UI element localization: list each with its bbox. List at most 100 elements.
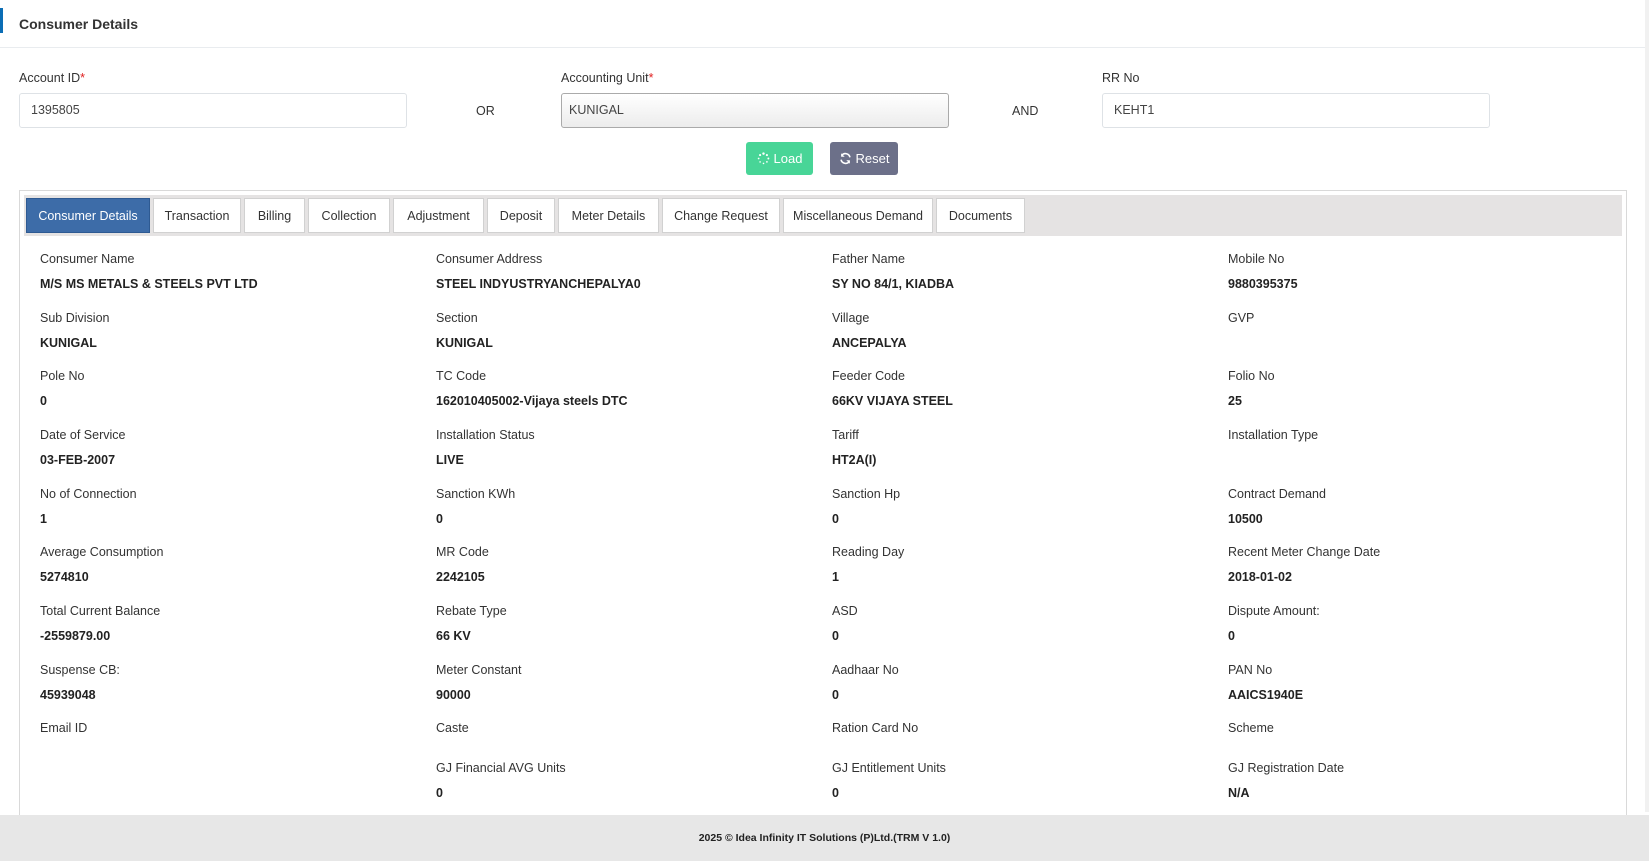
- detail-label: Recent Meter Change Date: [1228, 545, 1381, 559]
- and-label: AND: [1012, 104, 1039, 118]
- tab-transaction[interactable]: Transaction: [153, 198, 241, 233]
- detail-label: Installation Status: [436, 428, 535, 442]
- detail-label: Sub Division: [40, 311, 110, 325]
- detail-value: -2559879.00: [40, 629, 111, 643]
- detail-value: N/A: [1228, 786, 1250, 800]
- detail-label: Reading Day: [832, 545, 905, 559]
- tab-consumer-details[interactable]: Consumer Details: [26, 198, 150, 233]
- detail-label: Email ID: [40, 721, 88, 735]
- detail-value: ANCEPALYA: [832, 336, 907, 350]
- detail-label: PAN No: [1228, 663, 1273, 677]
- page-footer: 2025 © Idea Infinity IT Solutions (P)Ltd…: [0, 815, 1649, 861]
- tab-billing[interactable]: Billing: [244, 198, 305, 233]
- detail-value: 0: [832, 786, 839, 800]
- tab-miscellaneous-demand[interactable]: Miscellaneous Demand: [783, 198, 933, 233]
- detail-label: Folio No: [1228, 369, 1275, 383]
- detail-value: 03-FEB-2007: [40, 453, 116, 467]
- detail-value: 66 KV: [436, 629, 471, 643]
- detail-label: Tariff: [832, 428, 859, 442]
- detail-value: KUNIGAL: [436, 336, 493, 350]
- detail-label: Average Consumption: [40, 545, 164, 559]
- detail-value: 0: [832, 688, 839, 702]
- detail-value: 9880395375: [1228, 277, 1298, 291]
- accounting-unit-select[interactable]: KUNIGAL: [561, 93, 949, 128]
- required-marker: *: [80, 71, 86, 85]
- tab-adjustment[interactable]: Adjustment: [393, 198, 484, 233]
- detail-label: Scheme: [1228, 721, 1274, 735]
- detail-label: Caste: [436, 721, 469, 735]
- detail-value: 10500: [1228, 512, 1263, 526]
- detail-label: Sanction KWh: [436, 487, 516, 501]
- spinner-icon: [757, 152, 769, 165]
- card-header: Consumer Details: [0, 2, 1645, 48]
- detail-label: GJ Entitlement Units: [832, 761, 946, 775]
- detail-value: 45939048: [40, 688, 96, 702]
- load-button-label: Load: [773, 151, 803, 166]
- detail-label: Aadhaar No: [832, 663, 899, 677]
- rr-no-input[interactable]: KEHT1: [1102, 93, 1490, 128]
- account-id-label: Account ID*: [19, 71, 85, 85]
- accounting-unit-label: Accounting Unit*: [561, 71, 653, 85]
- tab-collection[interactable]: Collection: [308, 198, 390, 233]
- detail-value: 0: [832, 629, 839, 643]
- reset-button-label: Reset: [855, 151, 890, 166]
- detail-label: Mobile No: [1228, 252, 1285, 266]
- load-button[interactable]: Load: [746, 142, 813, 175]
- detail-value: 1: [40, 512, 47, 526]
- accounting-unit-label-text: Accounting Unit: [561, 71, 649, 85]
- detail-label: Meter Constant: [436, 663, 522, 677]
- consumer-tab-panel: Consumer Details Transaction Billing Col…: [19, 190, 1627, 815]
- detail-value: 25: [1228, 394, 1242, 408]
- detail-value: STEEL INDYUSTRYANCHEPALYA0: [436, 277, 641, 291]
- tab-documents[interactable]: Documents: [936, 198, 1025, 233]
- detail-value: SY NO 84/1, KIADBA: [832, 277, 955, 291]
- or-label: OR: [476, 104, 495, 118]
- tab-change-request[interactable]: Change Request: [662, 198, 780, 233]
- detail-label: Total Current Balance: [40, 604, 161, 618]
- detail-label: Dispute Amount:: [1228, 604, 1320, 618]
- required-marker: *: [648, 71, 654, 85]
- detail-value: 5274810: [40, 570, 89, 584]
- header-accent-bar: [0, 8, 3, 33]
- detail-label: MR Code: [436, 545, 489, 559]
- detail-label: Village: [832, 311, 870, 325]
- detail-value: 1: [832, 570, 839, 584]
- detail-value: 0: [40, 394, 47, 408]
- detail-label: GVP: [1228, 311, 1255, 325]
- detail-value: KUNIGAL: [40, 336, 97, 350]
- tab-deposit[interactable]: Deposit: [487, 198, 555, 233]
- rr-no-label: RR No: [1102, 71, 1140, 85]
- detail-value: LIVE: [436, 453, 464, 467]
- detail-label: Installation Type: [1228, 428, 1319, 442]
- detail-label: GJ Registration Date: [1228, 761, 1345, 775]
- consumer-details-page: Consumer Details Account ID* 1395805 OR …: [0, 0, 1649, 861]
- detail-value: 90000: [436, 688, 471, 702]
- scrollbar-track[interactable]: [1645, 0, 1649, 812]
- detail-label: Rebate Type: [436, 604, 507, 618]
- detail-label: Contract Demand: [1228, 487, 1326, 501]
- detail-label: Pole No: [40, 369, 85, 383]
- detail-value: 0: [1228, 629, 1235, 643]
- detail-value: HT2A(I): [832, 453, 877, 467]
- copyright-text: 2025 © Idea Infinity IT Solutions (P)Ltd…: [698, 832, 951, 844]
- detail-label: Consumer Name: [40, 252, 135, 266]
- detail-value: M/S MS METALS & STEELS PVT LTD: [40, 277, 258, 291]
- detail-value: 0: [436, 786, 443, 800]
- detail-label: Consumer Address: [436, 252, 543, 266]
- refresh-icon: [839, 152, 851, 165]
- detail-label: TC Code: [436, 369, 487, 383]
- detail-value: 162010405002-Vijaya steels DTC: [436, 394, 628, 408]
- detail-label: Date of Service: [40, 428, 126, 442]
- detail-label: Father Name: [832, 252, 905, 266]
- detail-value: 2018-01-02: [1228, 570, 1292, 584]
- detail-label: Suspense CB:: [40, 663, 120, 677]
- detail-value: 0: [832, 512, 839, 526]
- account-id-input[interactable]: 1395805: [19, 93, 407, 128]
- tab-bar: Consumer Details Transaction Billing Col…: [24, 195, 1622, 236]
- reset-button[interactable]: Reset: [830, 142, 898, 175]
- detail-value: 0: [436, 512, 443, 526]
- detail-label: ASD: [832, 604, 858, 618]
- tab-meter-details[interactable]: Meter Details: [558, 198, 659, 233]
- page-title: Consumer Details: [19, 16, 139, 32]
- detail-label: Section: [436, 311, 478, 325]
